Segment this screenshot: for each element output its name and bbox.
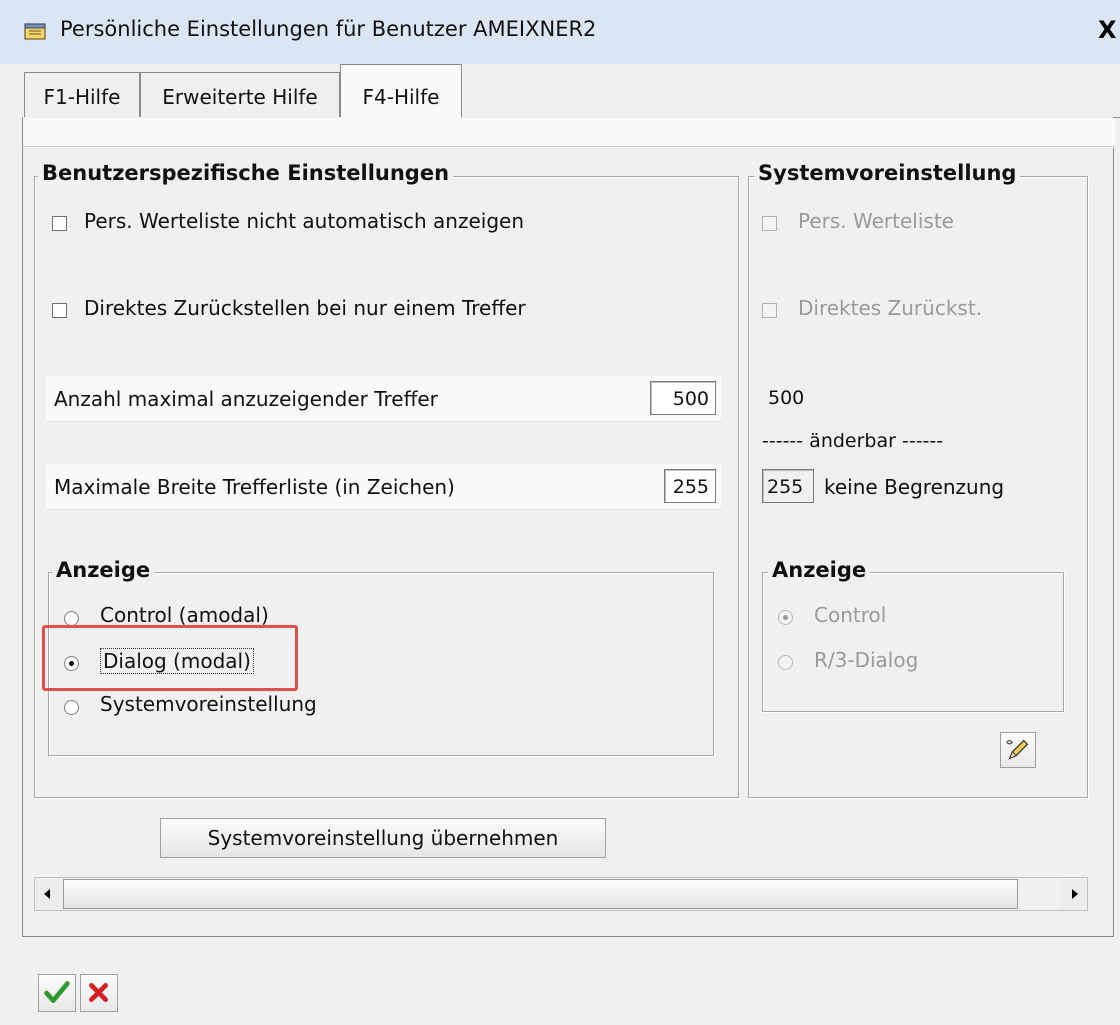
confirm-button[interactable] <box>38 974 76 1012</box>
system-defaults-title: Systemvoreinstellung <box>754 161 1021 185</box>
panel-header-strip <box>23 118 1115 148</box>
no-auto-value-list-checkbox[interactable] <box>52 216 67 231</box>
close-button[interactable]: X <box>1098 16 1117 44</box>
sys-value-list-label: Pers. Werteliste <box>798 209 954 233</box>
radio-control-amodal[interactable] <box>64 611 79 626</box>
max-hits-input[interactable]: 500 <box>650 381 716 415</box>
sys-max-hits-value: 500 <box>768 387 805 409</box>
radio-dot <box>783 615 788 620</box>
edit-button[interactable] <box>1000 732 1036 768</box>
sys-display-group <box>762 572 1064 712</box>
divider <box>23 146 1115 147</box>
sys-changeable-text: ------ änderbar ------ <box>762 430 944 452</box>
apply-system-defaults-button[interactable]: Systemvoreinstellung übernehmen <box>160 818 606 858</box>
no-auto-value-list-label: Pers. Werteliste nicht automatisch anzei… <box>84 209 524 233</box>
tab-label: Erweiterte Hilfe <box>162 85 318 109</box>
user-settings-title: Benutzerspezifische Einstellungen <box>38 161 454 185</box>
scroll-left-button[interactable] <box>35 879 61 909</box>
horizontal-scrollbar[interactable] <box>34 877 1088 911</box>
display-title: Anzeige <box>52 558 155 582</box>
sys-radio-r3-dialog <box>778 655 793 670</box>
sys-radio-r3-dialog-label: R/3-Dialog <box>814 648 919 672</box>
confirm-check-icon <box>44 981 70 1003</box>
sys-radio-control-label: Control <box>814 603 887 627</box>
tab-f1-hilfe[interactable]: F1-Hilfe <box>24 72 140 117</box>
scroll-right-button[interactable] <box>1061 879 1087 909</box>
scroll-thumb[interactable] <box>63 879 1018 909</box>
max-width-label: Maximale Breite Trefferliste (in Zeichen… <box>54 475 455 499</box>
scroll-left-icon <box>44 889 50 899</box>
edit-pencil-icon <box>1006 739 1029 760</box>
title-bar: Persönliche Einstellungen für Benutzer A… <box>0 0 1120 64</box>
direct-return-checkbox[interactable] <box>52 303 67 318</box>
tab-erweiterte-hilfe[interactable]: Erweiterte Hilfe <box>140 72 340 117</box>
radio-system-default[interactable] <box>64 700 79 715</box>
sys-display-title: Anzeige <box>768 558 871 582</box>
scroll-right-icon <box>1072 889 1078 899</box>
max-hits-label: Anzahl maximal anzuzeigender Treffer <box>54 387 438 411</box>
sys-max-width-note: keine Begrenzung <box>824 475 1005 499</box>
tab-label: F1-Hilfe <box>43 85 121 109</box>
window-title: Persönliche Einstellungen für Benutzer A… <box>60 17 597 41</box>
highlight-box <box>42 625 298 691</box>
tab-f4-hilfe[interactable]: F4-Hilfe <box>340 64 462 118</box>
direct-return-label: Direktes Zurückstellen bei nur einem Tre… <box>84 296 526 320</box>
cancel-button[interactable] <box>80 974 118 1012</box>
sys-value-list-checkbox <box>762 216 777 231</box>
cancel-x-icon <box>89 983 108 1002</box>
sys-max-width-field: 255 <box>762 469 814 503</box>
radio-control-amodal-label: Control (amodal) <box>100 603 269 627</box>
radio-system-default-label: Systemvoreinstellung <box>100 692 317 716</box>
sys-radio-control <box>778 610 793 625</box>
sys-direct-return-label: Direktes Zurückst. <box>798 296 983 320</box>
window-icon <box>24 23 46 40</box>
tab-label: F4-Hilfe <box>362 85 440 109</box>
max-width-input[interactable]: 255 <box>664 469 716 503</box>
sys-direct-return-checkbox <box>762 303 777 318</box>
